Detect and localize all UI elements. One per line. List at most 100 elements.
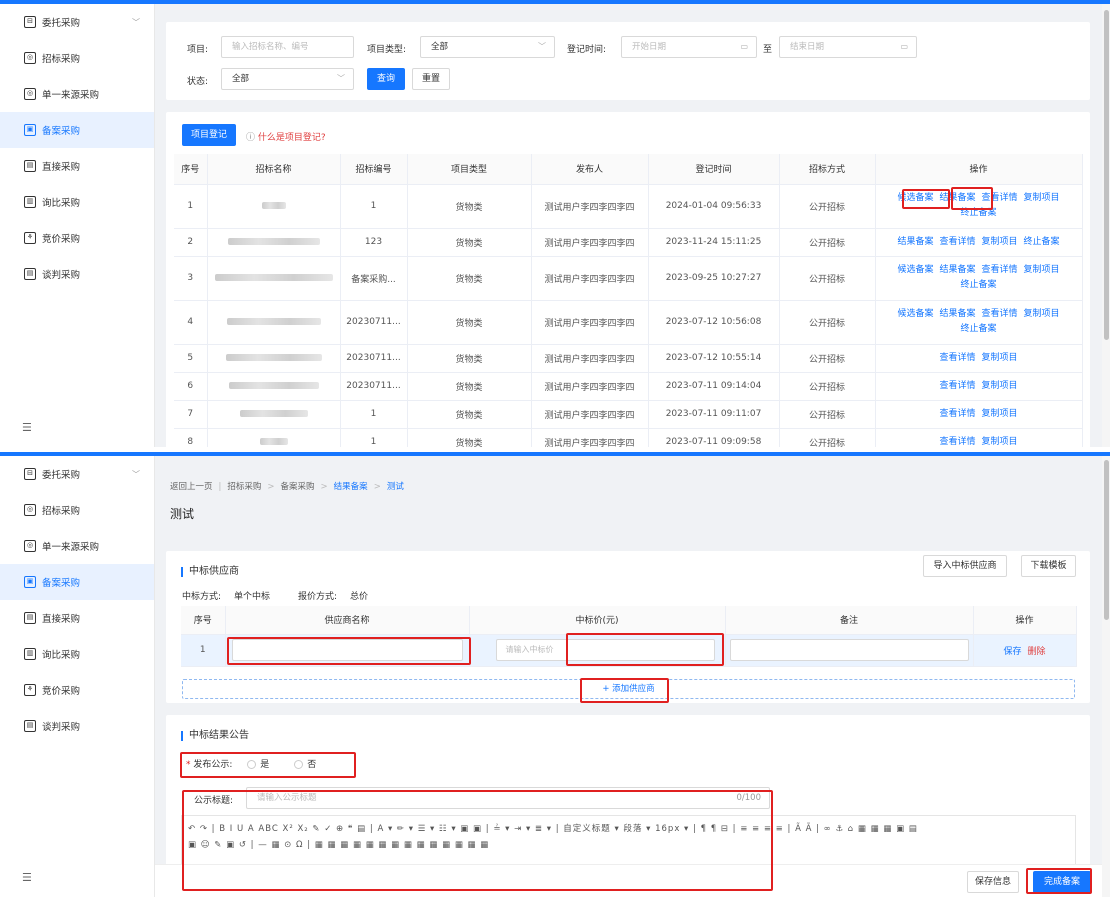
- sidebar-item-3[interactable]: ▣ 备案采购: [0, 112, 154, 148]
- complete-filing-button[interactable]: 完成备案: [1033, 871, 1091, 893]
- import-winner-button[interactable]: 导入中标供应商: [923, 555, 1007, 577]
- supplier-name-input[interactable]: [231, 639, 463, 661]
- breadcrumb-item[interactable]: 备案采购: [281, 482, 315, 492]
- sidebar-item-7[interactable]: ▤ 谈判采购: [0, 708, 154, 744]
- collapse-menu-icon[interactable]: ☰: [22, 421, 36, 434]
- cell-time: 2023-07-12 10:55:14: [648, 344, 780, 373]
- operation-link[interactable]: 候选备案: [897, 193, 933, 203]
- operation-link[interactable]: 复制项目: [982, 237, 1018, 247]
- sidebar-item-5[interactable]: ▥ 询比采购: [0, 636, 154, 672]
- collapse-menu-icon[interactable]: ☰: [22, 871, 36, 884]
- radio-no[interactable]: [294, 760, 304, 769]
- operation-link[interactable]: 终止备案: [960, 208, 996, 218]
- scrollbar[interactable]: [1102, 4, 1110, 447]
- sidebar-item-2[interactable]: ◎ 单一来源采购: [0, 528, 154, 564]
- notice-title-input[interactable]: 请输入公示标题 0/100: [246, 787, 770, 809]
- operation-link[interactable]: 结果备案: [897, 237, 933, 247]
- operation-link[interactable]: 结果备案: [939, 309, 975, 319]
- char-counter: 0/100: [736, 793, 762, 803]
- operation-link[interactable]: 候选备案: [897, 309, 933, 319]
- help-link-text: 什么是项目登记?: [257, 133, 326, 143]
- row-number: 5: [174, 344, 208, 373]
- operation-link[interactable]: 候选备案: [897, 265, 933, 275]
- operation-link[interactable]: 终止备案: [1024, 237, 1060, 247]
- operation-link[interactable]: 查看详情: [939, 381, 975, 391]
- operation-link[interactable]: 复制项目: [1024, 265, 1060, 275]
- radio-yes[interactable]: [247, 760, 257, 769]
- operation-link[interactable]: 结果备案: [939, 265, 975, 275]
- sidebar-item-0[interactable]: ⊟ 委托采购 ﹀: [0, 4, 154, 40]
- scrollbar[interactable]: [1102, 456, 1110, 897]
- operation-link[interactable]: 查看详情: [939, 353, 975, 363]
- sidebar-item-5[interactable]: ▥ 询比采购: [0, 184, 154, 220]
- tender-name-cell: [207, 184, 341, 229]
- breadcrumb-item[interactable]: 测试: [387, 482, 404, 492]
- tender-name-cell: [207, 400, 341, 429]
- breadcrumb-item[interactable]: 招标采购: [227, 482, 261, 492]
- operation-link[interactable]: 复制项目: [1024, 193, 1060, 203]
- sidebar-item-1[interactable]: ◎ 招标采购: [0, 40, 154, 76]
- cell-method: 公开招标: [779, 372, 876, 401]
- operation-link[interactable]: 查看详情: [982, 309, 1018, 319]
- winning-price-input[interactable]: 请输入中标价: [495, 639, 715, 661]
- sidebar-item-0[interactable]: ⊟ 委托采购 ﹀: [0, 456, 154, 492]
- start-date-input[interactable]: 开始日期 ▭: [621, 36, 757, 58]
- sidebar-item-6[interactable]: ⚘ 竞价采购: [0, 220, 154, 256]
- tender-name-cell: [207, 300, 341, 345]
- cell-type: 货物类: [407, 428, 532, 447]
- end-date-input[interactable]: 结束日期 ▭: [779, 36, 917, 58]
- sidebar-item-4[interactable]: ▤ 直接采购: [0, 600, 154, 636]
- remark-input[interactable]: [729, 639, 969, 661]
- sidebar-item-6[interactable]: ⚘ 竞价采购: [0, 672, 154, 708]
- sidebar-item-1[interactable]: ◎ 招标采购: [0, 492, 154, 528]
- project-type-select[interactable]: 全部 ﹀: [420, 36, 555, 58]
- top-accent-bar: [0, 452, 1110, 456]
- column-header: 项目类型: [407, 154, 532, 185]
- project-search-input[interactable]: 输入招标名称、编号: [221, 36, 354, 58]
- sidebar-item-3[interactable]: ▣ 备案采购: [0, 564, 154, 600]
- publish-radio-group[interactable]: * 发布公示: 是 否: [186, 757, 316, 770]
- save-link[interactable]: 保存: [1003, 647, 1021, 657]
- status-select[interactable]: 全部 ﹀: [221, 68, 354, 90]
- operation-link[interactable]: 终止备案: [960, 280, 996, 290]
- sidebar-item-7[interactable]: ▤ 谈判采购: [0, 256, 154, 292]
- editor-toolbar-row-2[interactable]: ▣ ☺ ✎ ▣ ↺ | — ▦ ⊙ Ω | ▦ ▦ ▦ ▦ ▦ ▦ ▦ ▦ ▦ …: [188, 840, 489, 850]
- bottom-action-bar: 保存信息 完成备案: [155, 864, 1102, 897]
- table-row: 2 123 货物类 测试用户李四李四李四 2023-11-24 15:11:25 公开招标…: [174, 228, 1083, 257]
- help-link[interactable]: ⓘ 什么是项目登记?: [246, 130, 326, 143]
- row-number: 1: [181, 634, 226, 667]
- operation-link[interactable]: 查看详情: [982, 265, 1018, 275]
- operation-link[interactable]: 查看详情: [982, 193, 1018, 203]
- sidebar-item-2[interactable]: ◎ 单一来源采购: [0, 76, 154, 112]
- operation-link[interactable]: 查看详情: [939, 409, 975, 419]
- operation-link[interactable]: 终止备案: [960, 324, 996, 334]
- back-link[interactable]: 返回上一页: [170, 482, 213, 492]
- operations-cell: 查看详情 复制项目: [875, 372, 1083, 401]
- table-row: 4 20230711... 货物类 测试用户李四李四李四 2023-07-12 10:5…: [174, 300, 1083, 345]
- tender-name-cell: [207, 256, 341, 301]
- cell-method: 公开招标: [779, 184, 876, 229]
- operation-link[interactable]: 复制项目: [982, 409, 1018, 419]
- cell-time: 2024-01-04 09:56:33: [648, 184, 780, 229]
- add-supplier-button[interactable]: + 添加供应商: [182, 679, 1075, 699]
- reset-button[interactable]: 重置: [412, 68, 450, 90]
- operation-link[interactable]: 复制项目: [982, 381, 1018, 391]
- register-project-button[interactable]: 项目登记: [182, 124, 236, 146]
- operation-link[interactable]: 查看详情: [939, 437, 975, 447]
- editor-toolbar-row-1[interactable]: ↶ ↷ | B I U A ABC X² X₂ ✎ ✓ ⊕ ❝ ▤ | A ▾ …: [188, 822, 918, 834]
- delete-link[interactable]: 删除: [1028, 647, 1046, 657]
- operations-cell: 结果备案 查看详情 复制项目 终止备案: [875, 228, 1083, 257]
- operation-link[interactable]: 复制项目: [982, 437, 1018, 447]
- download-template-button[interactable]: 下载模板: [1021, 555, 1076, 577]
- operation-link[interactable]: 复制项目: [982, 353, 1018, 363]
- breadcrumb-item[interactable]: 结果备案: [334, 482, 368, 492]
- search-button[interactable]: 查询: [367, 68, 405, 90]
- operation-link[interactable]: 查看详情: [939, 237, 975, 247]
- cell-method: 公开招标: [779, 400, 876, 429]
- operation-link[interactable]: 结果备案: [939, 193, 975, 203]
- sidebar-item-4[interactable]: ▤ 直接采购: [0, 148, 154, 184]
- cell-code: 20230711...: [340, 300, 408, 345]
- status-label: 状态:: [187, 77, 209, 87]
- operation-link[interactable]: 复制项目: [1024, 309, 1060, 319]
- save-info-button[interactable]: 保存信息: [967, 871, 1019, 893]
